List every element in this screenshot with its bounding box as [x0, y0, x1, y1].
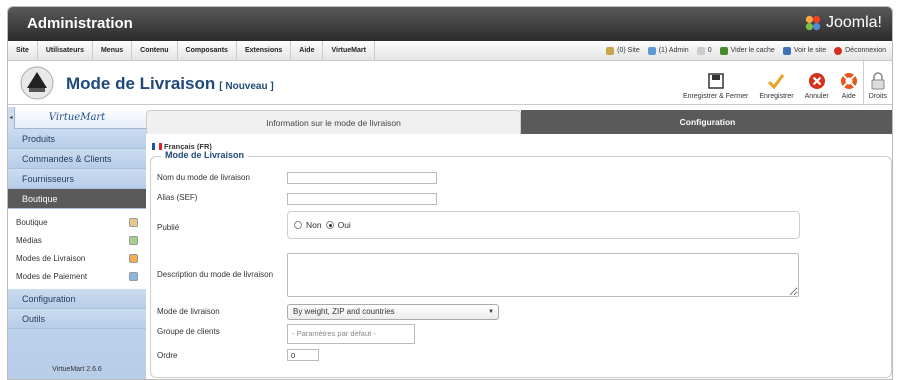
published-label: Publié — [157, 223, 180, 232]
monitor-icon — [782, 47, 791, 55]
page-subtitle: [ Nouveau ] — [219, 81, 274, 92]
page-toolbar: Mode de Livraison[ Nouveau ] Enregistrer… — [8, 61, 892, 105]
french-flag-icon — [152, 143, 162, 150]
check-icon — [768, 74, 785, 90]
alias-label: Alias (SEF) — [157, 193, 198, 202]
virtuemart-logo: ◂ VirtueMart — [8, 107, 146, 129]
fieldset-legend: Mode de Livraison — [161, 150, 249, 160]
broom-icon — [719, 47, 728, 55]
status-messages[interactable]: 0 — [696, 41, 712, 61]
payment-icon — [129, 271, 138, 281]
menu-site[interactable]: Site — [8, 41, 38, 61]
published-radio-group: Non Oui — [287, 211, 800, 239]
sidebar-item-shop[interactable]: Boutique — [8, 189, 146, 209]
status-site[interactable]: (0) Site — [606, 41, 640, 61]
brand-name: Joomla! — [825, 14, 882, 31]
menu-components[interactable]: Composants — [178, 41, 237, 61]
sidebar-subitem-shop[interactable]: Boutique — [8, 213, 146, 231]
menu-help[interactable]: Aide — [291, 41, 324, 61]
save-icon — [707, 73, 724, 89]
sidebar-subitem-payment[interactable]: Modes de Paiement — [8, 267, 146, 285]
joomla-logo-icon — [805, 15, 821, 31]
menu-users[interactable]: Utilisateurs — [38, 41, 93, 61]
published-yes-label: Oui — [337, 220, 351, 230]
published-no-radio[interactable] — [294, 221, 302, 229]
joomla-brand: Joomla! — [804, 14, 882, 32]
rights-button[interactable]: Droits — [862, 61, 892, 105]
save-close-button[interactable]: Enregistrer & Fermer — [677, 61, 753, 105]
app-title: Administration — [27, 15, 133, 32]
customer-groups-select[interactable]: - Paramètres par défaut - — [287, 324, 415, 344]
published-yes-radio[interactable] — [325, 221, 334, 229]
name-field[interactable] — [287, 172, 437, 184]
status-admin[interactable]: (1) Admin — [647, 41, 689, 61]
admin-window: Administration Joomla! Site Utilisateurs… — [7, 6, 893, 380]
sidebar-item-tools[interactable]: Outils — [8, 309, 146, 329]
sidebar-subitem-shipment[interactable]: Modes de Livraison — [8, 249, 146, 267]
sidebar-submenu: Boutique Médias Modes de Livraison Modes… — [8, 209, 146, 289]
users-icon — [647, 47, 656, 55]
groups-label: Groupe de clients — [157, 327, 220, 336]
name-label: Nom du mode de livraison — [157, 173, 250, 182]
sidebar-item-configuration[interactable]: Configuration — [8, 289, 146, 309]
description-label: Description du mode de livraison — [157, 270, 274, 279]
collapse-sidebar-icon[interactable]: ◂ — [8, 107, 15, 129]
users-icon — [606, 47, 615, 55]
truck-icon — [129, 253, 138, 263]
published-no-label: Non — [306, 220, 322, 230]
menu-virtuemart[interactable]: VirtueMart — [323, 41, 375, 61]
mail-icon — [696, 47, 705, 55]
order-label: Ordre — [157, 351, 178, 360]
menu-content[interactable]: Contenu — [132, 41, 178, 61]
shop-icon — [129, 217, 138, 227]
lock-icon — [871, 72, 885, 90]
sidebar-subitem-media[interactable]: Médias — [8, 231, 146, 249]
lifebuoy-icon — [840, 73, 857, 89]
shipment-method-select[interactable]: By weight, ZIP and countries ▼ — [287, 304, 499, 320]
order-field[interactable] — [287, 349, 319, 361]
view-site-link[interactable]: Voir le site — [782, 41, 826, 61]
menu-bar: Site Utilisateurs Menus Contenu Composan… — [8, 41, 892, 61]
description-field[interactable] — [287, 253, 799, 297]
page-title: Mode de Livraison[ Nouveau ] — [66, 74, 274, 93]
tab-bar: Information sur le mode de livraison Con… — [146, 110, 892, 134]
clear-cache-link[interactable]: Vider le cache — [719, 41, 775, 61]
sidebar: ◂ VirtueMart Produits Commandes & Clients… — [8, 107, 146, 379]
alias-field[interactable] — [287, 193, 437, 205]
sidebar-item-products[interactable]: Produits — [8, 129, 146, 149]
status-bar: (0) Site (1) Admin 0 Vider le cache Voir… — [606, 41, 886, 61]
menu-extensions[interactable]: Extensions — [237, 41, 292, 61]
media-icon — [129, 235, 138, 245]
sidebar-item-vendors[interactable]: Fournisseurs — [8, 169, 146, 189]
menu-menus[interactable]: Menus — [93, 41, 133, 61]
method-label: Mode de livraison — [157, 307, 220, 316]
save-button[interactable]: Enregistrer — [753, 61, 798, 105]
tab-configuration[interactable]: Configuration — [521, 110, 892, 134]
version-label: VirtueMart 2.6.6 — [52, 366, 102, 373]
sidebar-item-orders[interactable]: Commandes & Clients — [8, 149, 146, 169]
logout-link[interactable]: Déconnexion — [834, 41, 886, 61]
shipment-fieldset: Mode de Livraison Nom du mode de livrais… — [150, 150, 892, 378]
cancel-icon — [808, 73, 825, 89]
shipping-logo-icon — [20, 66, 54, 100]
help-button[interactable]: Aide — [834, 61, 863, 105]
chevron-down-icon: ▼ — [488, 309, 494, 315]
tab-information[interactable]: Information sur le mode de livraison — [146, 110, 521, 134]
top-header: Administration Joomla! — [8, 7, 892, 41]
logout-icon — [834, 47, 843, 55]
cancel-button[interactable]: Annuler — [799, 61, 834, 105]
form-panel: Français (FR) Mode de Livraison Nom du m… — [146, 134, 892, 379]
